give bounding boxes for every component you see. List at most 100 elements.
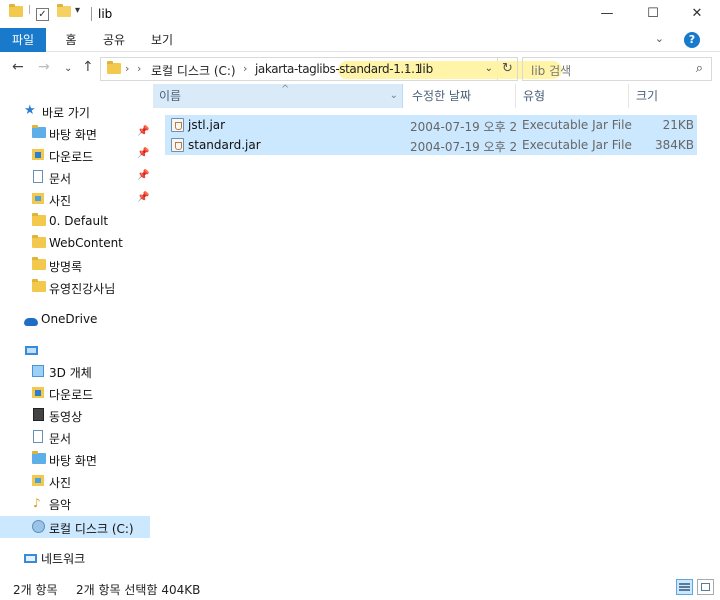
sidebar-item-pc-pictures[interactable]: 사진 (0, 470, 150, 492)
crumb-separator[interactable]: › (125, 62, 129, 75)
documents-icon (33, 170, 43, 186)
minimize-icon: — (600, 6, 614, 21)
sidebar-item-downloads[interactable]: 다운로드 📌 (0, 144, 150, 166)
search-icon[interactable]: ⌕ (696, 61, 703, 76)
computer-icon (25, 344, 38, 358)
sidebar-item-videos[interactable]: 동영상 (0, 404, 150, 426)
sidebar-item-label: 사진 (49, 194, 72, 208)
status-bar: 2개 항목 2개 항목 선택함 404KB (0, 574, 720, 600)
folder-icon (32, 257, 46, 273)
window-title: lib (98, 7, 113, 21)
sidebar-item-onedrive[interactable]: OneDrive (0, 308, 150, 330)
sidebar-item-documents[interactable]: 문서 📌 (0, 166, 150, 188)
up-arrow-icon[interactable]: ↑ (82, 60, 94, 74)
sidebar-item-label: 네트워크 (41, 552, 86, 566)
pin-icon[interactable]: 📌 (137, 126, 149, 137)
search-input[interactable]: lib 검색 (531, 62, 571, 79)
sidebar-item-pc-downloads[interactable]: 다운로드 (0, 382, 150, 404)
tab-view[interactable]: 보기 (144, 28, 180, 52)
forward-arrow-icon[interactable]: → (38, 60, 50, 74)
sidebar-item-label: 다운로드 (49, 150, 94, 164)
sidebar-item-label: 문서 (49, 172, 72, 186)
sidebar-item-desktop[interactable]: 바탕 화면 📌 (0, 122, 150, 144)
pin-icon[interactable]: 📌 (137, 192, 149, 203)
pictures-icon (32, 193, 44, 207)
maximize-icon: ☐ (647, 6, 659, 21)
sidebar-item-label: 바탕 화면 (49, 454, 97, 468)
close-button[interactable]: ✕ (674, 0, 720, 28)
navigation-bar: ← → ⌄ ↑ › › 로컬 디스크 (C:) › jakarta-taglib… (0, 52, 720, 84)
properties-check-icon[interactable]: ✓ (36, 6, 49, 22)
desktop-folder-icon (32, 451, 46, 467)
file-modified: 2004-07-19 오후 2 (410, 140, 518, 154)
crumb-local-disk[interactable]: 로컬 디스크 (C:) (151, 62, 236, 79)
sort-ascending-icon: ^ (281, 84, 290, 95)
close-icon: ✕ (691, 6, 703, 21)
large-icons-view-button[interactable] (697, 579, 714, 595)
crumb-separator[interactable]: › (137, 62, 141, 75)
music-icon: ♪ (33, 496, 41, 510)
refresh-button[interactable]: ↻ (498, 57, 518, 81)
back-arrow-icon[interactable]: ← (12, 60, 24, 74)
tab-share[interactable]: 공유 (96, 28, 132, 52)
recent-locations-chevron-icon[interactable]: ⌄ (64, 62, 72, 76)
column-header-modified[interactable]: 수정한 날짜 (406, 84, 516, 108)
sidebar-item-this-pc[interactable] (0, 338, 150, 360)
column-filter-chevron-icon[interactable]: ⌄ (390, 84, 398, 108)
crumb-separator[interactable]: › (243, 62, 247, 75)
crumb-separator[interactable]: › (405, 62, 409, 75)
file-type: Executable Jar File (522, 138, 632, 152)
folder-icon[interactable] (9, 4, 23, 22)
ribbon-expand-chevron-icon[interactable]: ⌄ (655, 32, 664, 45)
address-dropdown-chevron-icon[interactable]: ⌄ (485, 63, 493, 74)
sidebar-item-pc-desktop[interactable]: 바탕 화면 (0, 448, 150, 470)
sidebar-item-pictures[interactable]: 사진 📌 (0, 188, 150, 210)
new-folder-icon[interactable] (57, 4, 71, 22)
title-separator (91, 7, 92, 21)
sidebar-item-default[interactable]: 0. Default (0, 210, 150, 232)
network-icon (24, 552, 37, 566)
sidebar-item-music[interactable]: ♪ 음악 (0, 492, 150, 514)
sidebar-item-3d-objects[interactable]: 3D 개체 (0, 360, 150, 382)
tab-home[interactable]: 홈 (56, 28, 86, 52)
sidebar-item-label: 유영진강사님 (49, 282, 116, 296)
folder-icon (32, 235, 46, 251)
sidebar-item-guestbook[interactable]: 방명록 (0, 254, 150, 276)
disk-drive-icon (32, 520, 45, 536)
help-icon[interactable]: ? (684, 32, 700, 48)
sidebar-item-label: WebContent (49, 236, 123, 250)
sidebar-item-local-disk[interactable]: 로컬 디스크 (C:) (0, 516, 150, 538)
crumb-jakarta-folder[interactable]: jakarta-taglibs-standard-1.1.1 (255, 62, 422, 76)
star-icon: ★ (24, 103, 36, 118)
column-header-name[interactable]: 이름 ^ ⌄ (153, 84, 403, 108)
details-view-button[interactable] (676, 579, 693, 595)
sidebar-item-instructor[interactable]: 유영진강사님 (0, 276, 150, 298)
crumb-lib-folder[interactable]: lib (419, 62, 433, 76)
customize-toolbar-icon[interactable]: ▾ (75, 5, 80, 21)
maximize-button[interactable]: ☐ (630, 0, 676, 28)
sidebar-item-quick-access[interactable]: ★ 바로 가기 (0, 100, 150, 122)
item-count: 2개 항목 (13, 583, 58, 597)
sidebar-item-label: 바로 가기 (42, 106, 90, 120)
column-header-label: 수정한 날짜 (412, 89, 472, 103)
file-row[interactable]: jstl.jar 2004-07-19 오후 2 Executable Jar … (165, 115, 697, 135)
sidebar-item-webcontent[interactable]: WebContent (0, 232, 150, 254)
sidebar-item-network[interactable]: 네트워크 (0, 546, 150, 568)
folder-icon (32, 279, 46, 295)
column-header-type[interactable]: 유형 (517, 84, 629, 108)
details-view-icon (679, 583, 690, 585)
file-type: Executable Jar File (522, 118, 632, 132)
minimize-button[interactable]: — (584, 0, 630, 28)
pin-icon[interactable]: 📌 (137, 170, 149, 181)
pin-icon[interactable]: 📌 (137, 148, 149, 159)
search-box[interactable]: lib 검색 ⌕ (522, 57, 712, 81)
tab-file[interactable]: 파일 (0, 28, 46, 52)
address-bar[interactable]: › › 로컬 디스크 (C:) › jakarta-taglibs-standa… (100, 57, 562, 81)
3d-objects-icon (32, 365, 44, 380)
sidebar-item-label: 로컬 디스크 (C:) (49, 522, 134, 536)
column-header-size[interactable]: 크기 (630, 84, 717, 108)
sidebar-item-label: 0. Default (49, 214, 109, 228)
sidebar-item-pc-documents[interactable]: 문서 (0, 426, 150, 448)
file-size: 384KB (654, 138, 694, 152)
file-row[interactable]: standard.jar 2004-07-19 오후 2 Executable … (165, 135, 697, 155)
